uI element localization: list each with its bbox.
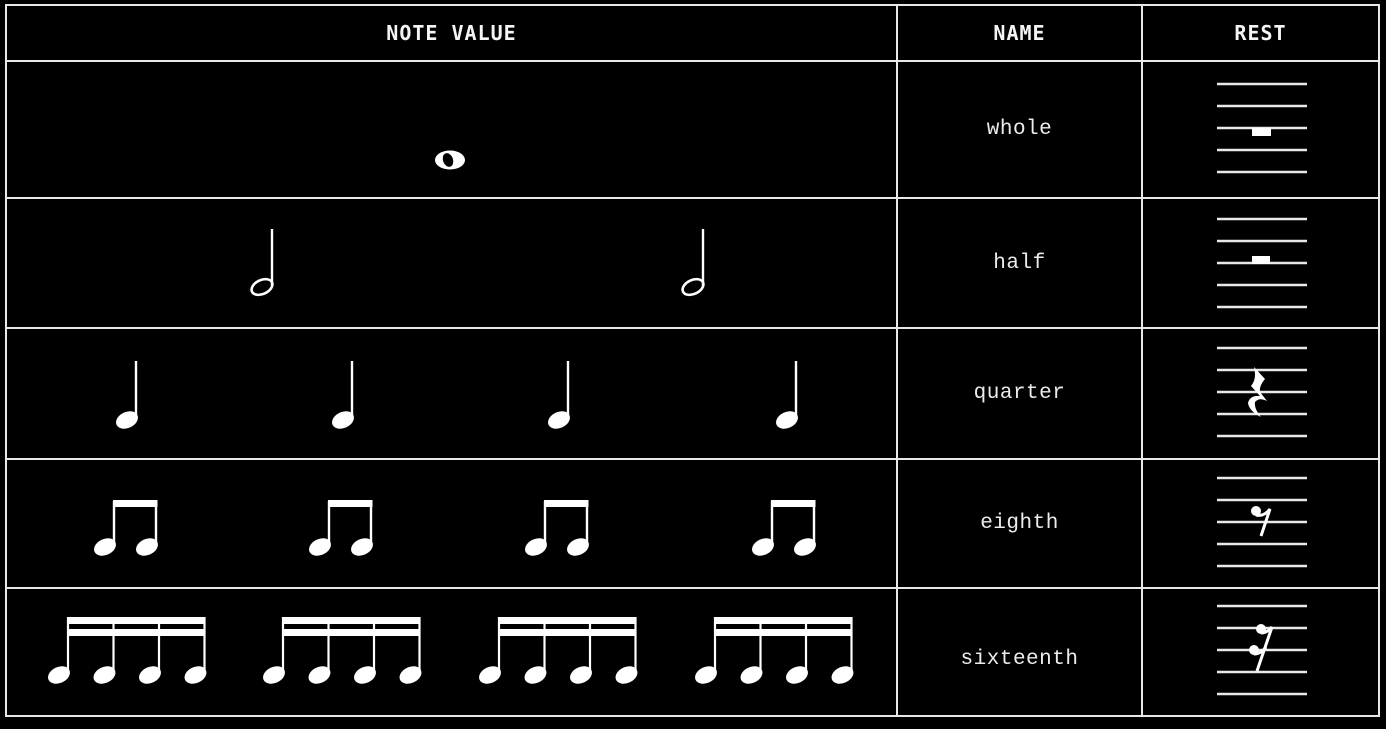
sixteenth-note-group-icon xyxy=(479,617,638,684)
whole-note-icon xyxy=(435,150,465,170)
quarter-rest-cell xyxy=(1217,346,1307,438)
name-cell-sixteenth: sixteenth xyxy=(960,647,1079,671)
sixteenth-rest-icon xyxy=(1249,624,1274,672)
eighth-note-pair-icon xyxy=(94,500,158,556)
whole-rest-cell xyxy=(1217,82,1307,174)
sixteenth-note-group-icon xyxy=(263,617,422,684)
name-cell-eighth: eighth xyxy=(980,512,1059,535)
name-cell-half: half xyxy=(993,251,1046,275)
staff-lines xyxy=(1217,476,1307,568)
eighth-rest-cell xyxy=(1217,476,1307,568)
eighth-note-pair-icon xyxy=(752,500,816,556)
eighth-notes-cell xyxy=(94,500,816,556)
quarter-note-icon xyxy=(116,361,138,429)
quarter-notes-cell xyxy=(116,361,798,429)
half-rest-cell xyxy=(1217,217,1307,309)
sixteenth-note-group-icon xyxy=(48,617,207,684)
whole-rest-icon xyxy=(1252,128,1271,136)
sixteenth-notes-cell xyxy=(48,617,854,684)
staff-lines xyxy=(1217,346,1307,438)
whole-note-cell xyxy=(435,150,465,170)
sixteenth-note-group-icon xyxy=(695,617,854,684)
half-rest-icon xyxy=(1252,256,1270,264)
header-name: NAME xyxy=(993,21,1046,45)
eighth-note-pair-icon xyxy=(309,500,373,556)
quarter-note-icon xyxy=(776,361,798,429)
name-cell-quarter: quarter xyxy=(973,382,1066,405)
quarter-note-icon xyxy=(332,361,354,429)
eighth-note-pair-icon xyxy=(525,500,589,556)
header-note-value: NOTE VALUE xyxy=(386,21,517,45)
half-note-icon xyxy=(681,229,705,297)
sixteenth-rest-cell xyxy=(1217,604,1307,696)
quarter-note-icon xyxy=(548,361,570,429)
half-note-icon xyxy=(250,229,274,297)
half-notes-cell xyxy=(250,229,705,297)
name-cell-whole: whole xyxy=(986,118,1053,141)
header-rest: REST xyxy=(1234,21,1287,45)
